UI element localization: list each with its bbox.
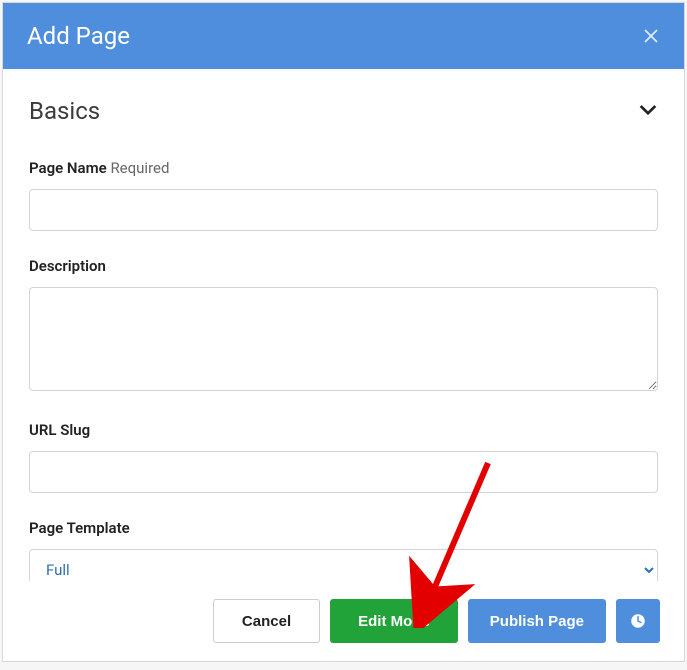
url-slug-input[interactable] bbox=[29, 451, 658, 493]
schedule-button[interactable] bbox=[616, 599, 660, 643]
field-page-name: Page Name Required bbox=[29, 159, 658, 231]
page-name-input[interactable] bbox=[29, 189, 658, 231]
form-content: Basics Page Name Required Description bbox=[3, 69, 684, 581]
edit-mode-button[interactable]: Edit Mode bbox=[330, 599, 458, 643]
close-icon[interactable] bbox=[642, 27, 660, 45]
publish-page-button[interactable]: Publish Page bbox=[468, 599, 606, 643]
dialog-footer: Cancel Edit Mode Publish Page bbox=[3, 581, 684, 661]
section-title: Basics bbox=[29, 97, 100, 125]
page-template-label: Page Template bbox=[29, 519, 658, 537]
page-name-label: Page Name Required bbox=[29, 159, 658, 177]
chevron-down-icon[interactable] bbox=[638, 105, 658, 117]
description-label: Description bbox=[29, 257, 658, 275]
cancel-button[interactable]: Cancel bbox=[213, 599, 320, 643]
dialog-title: Add Page bbox=[27, 22, 130, 50]
description-input[interactable] bbox=[29, 287, 658, 391]
page-template-select[interactable]: Full bbox=[29, 549, 658, 581]
clock-icon bbox=[629, 612, 647, 630]
url-slug-label: URL Slug bbox=[29, 421, 658, 439]
dialog-header: Add Page bbox=[3, 3, 684, 69]
section-header-basics[interactable]: Basics bbox=[29, 97, 658, 125]
field-description: Description bbox=[29, 257, 658, 395]
dialog-body-scroll[interactable]: Basics Page Name Required Description bbox=[3, 69, 684, 581]
field-url-slug: URL Slug bbox=[29, 421, 658, 493]
field-page-template: Page Template Full bbox=[29, 519, 658, 581]
